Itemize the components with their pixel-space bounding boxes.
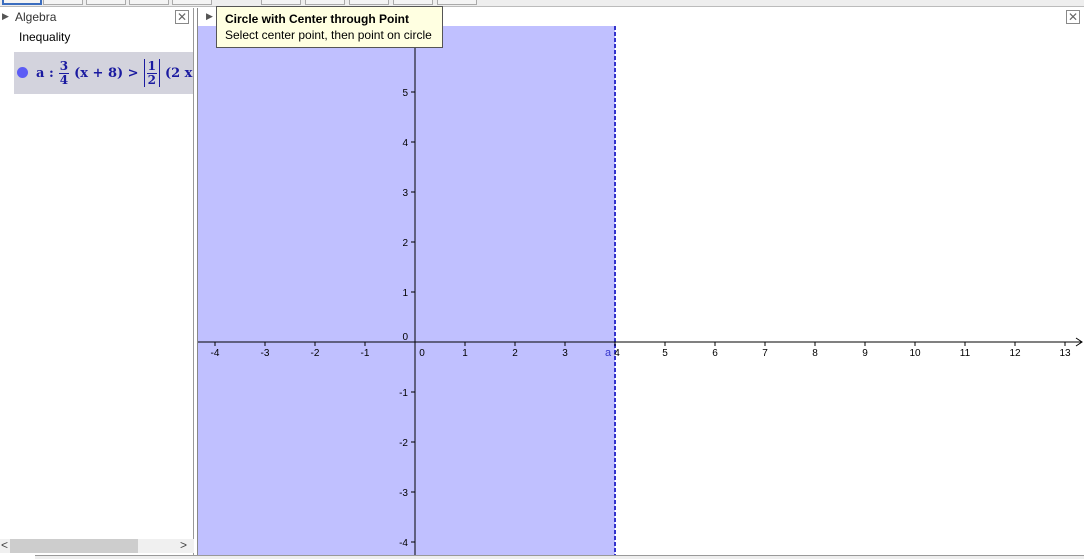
y-tick-label: 1: [402, 288, 408, 299]
x-tick-label: -4: [211, 348, 220, 359]
algebra-object-a[interactable]: a : 34 (x + 8) > 12 (2 x: [14, 52, 193, 94]
x-tick-label: 5: [662, 348, 668, 359]
tool-button[interactable]: [349, 0, 389, 5]
scroll-left-icon[interactable]: <: [1, 538, 8, 552]
horizontal-scrollbar[interactable]: < >: [0, 538, 194, 553]
fraction: 34: [58, 58, 70, 87]
scroll-thumb[interactable]: [10, 539, 138, 553]
x-tick-label: -1: [361, 348, 370, 359]
algebra-view: ▶ Algebra ✕ Inequality a : 34 (x + 8) > …: [0, 8, 194, 556]
y-tick-label: -4: [399, 538, 408, 549]
x-tick-label: 10: [909, 348, 921, 359]
tool-button[interactable]: [437, 0, 477, 5]
numerator: 3: [58, 58, 70, 74]
scroll-right-icon[interactable]: >: [180, 538, 187, 552]
fraction: 12: [146, 59, 157, 87]
object-name: a :: [36, 65, 54, 81]
absolute-value: 12: [143, 59, 160, 87]
x-tick-label: 1: [462, 348, 468, 359]
denominator: 4: [59, 72, 69, 87]
x-tick-label: 4: [614, 348, 620, 359]
graphics-view[interactable]: ▶ ✕ -4 -3 -2 -1 0 1 2 3 4 5 6 7 8 9 10 11 12 13 -4 -3 -2 -1 0 1…: [197, 8, 1084, 556]
x-tick-label: 8: [812, 348, 818, 359]
tool-button[interactable]: [261, 0, 301, 5]
tool-button[interactable]: [393, 0, 433, 5]
y-tick-label: 5: [402, 88, 408, 99]
y-tick-label: -1: [399, 388, 408, 399]
x-tick-label: -3: [261, 348, 270, 359]
x-tick-label: 6: [712, 348, 718, 359]
bottom-bar: [35, 555, 1084, 559]
x-tick-label: 2: [512, 348, 518, 359]
y-tick-label: 3: [402, 188, 408, 199]
tooltip-text: Select center point, then point on circl…: [225, 28, 432, 42]
y-tick-label: -3: [399, 488, 408, 499]
x-tick-label: 9: [862, 348, 868, 359]
tool-button[interactable]: [2, 0, 42, 5]
expand-triangle-icon[interactable]: ▶: [206, 11, 213, 22]
boundary-label: a: [605, 347, 612, 359]
category-inequality[interactable]: Inequality: [19, 30, 70, 44]
close-icon[interactable]: ✕: [175, 10, 189, 24]
y-tick-label: 2: [402, 238, 408, 249]
visibility-toggle-dot[interactable]: [17, 67, 28, 78]
x-tick-label: 0: [419, 348, 425, 359]
tool-button[interactable]: [129, 0, 169, 5]
close-icon[interactable]: ✕: [1066, 10, 1080, 24]
algebra-title: Algebra: [15, 10, 57, 24]
x-tick-label: 13: [1059, 348, 1071, 359]
algebra-header: ▶ Algebra ✕: [0, 8, 193, 26]
tool-button[interactable]: [172, 0, 212, 5]
tool-button[interactable]: [86, 0, 126, 5]
graphics-canvas[interactable]: -4 -3 -2 -1 0 1 2 3 4 5 6 7 8 9 10 11 12 13-4-3-2-1012345…: [198, 26, 1084, 556]
x-tick-label: 7: [762, 348, 768, 359]
y-tick-label: -2: [399, 438, 408, 449]
expression-part: (x + 8) >: [74, 65, 139, 81]
denominator: 2: [147, 73, 156, 87]
numerator: 1: [146, 59, 157, 74]
x-tick-label: -2: [311, 348, 320, 359]
inequality-expression: a : 34 (x + 8) > 12 (2 x: [36, 56, 192, 90]
y-tick-label: 4: [402, 138, 408, 149]
y-tick-label: 0: [402, 332, 408, 343]
tool-button[interactable]: [305, 0, 345, 5]
x-tick-label: 12: [1009, 348, 1021, 359]
tooltip: Circle with Center through Point Select …: [216, 6, 443, 48]
tooltip-title: Circle with Center through Point: [225, 12, 410, 26]
expression-part: (2 x: [164, 65, 193, 81]
tool-button[interactable]: [43, 0, 83, 5]
expand-triangle-icon[interactable]: ▶: [2, 11, 9, 22]
toolbar: [0, 0, 1084, 7]
x-tick-label: 11: [960, 348, 971, 359]
x-tick-label: 3: [562, 348, 568, 359]
